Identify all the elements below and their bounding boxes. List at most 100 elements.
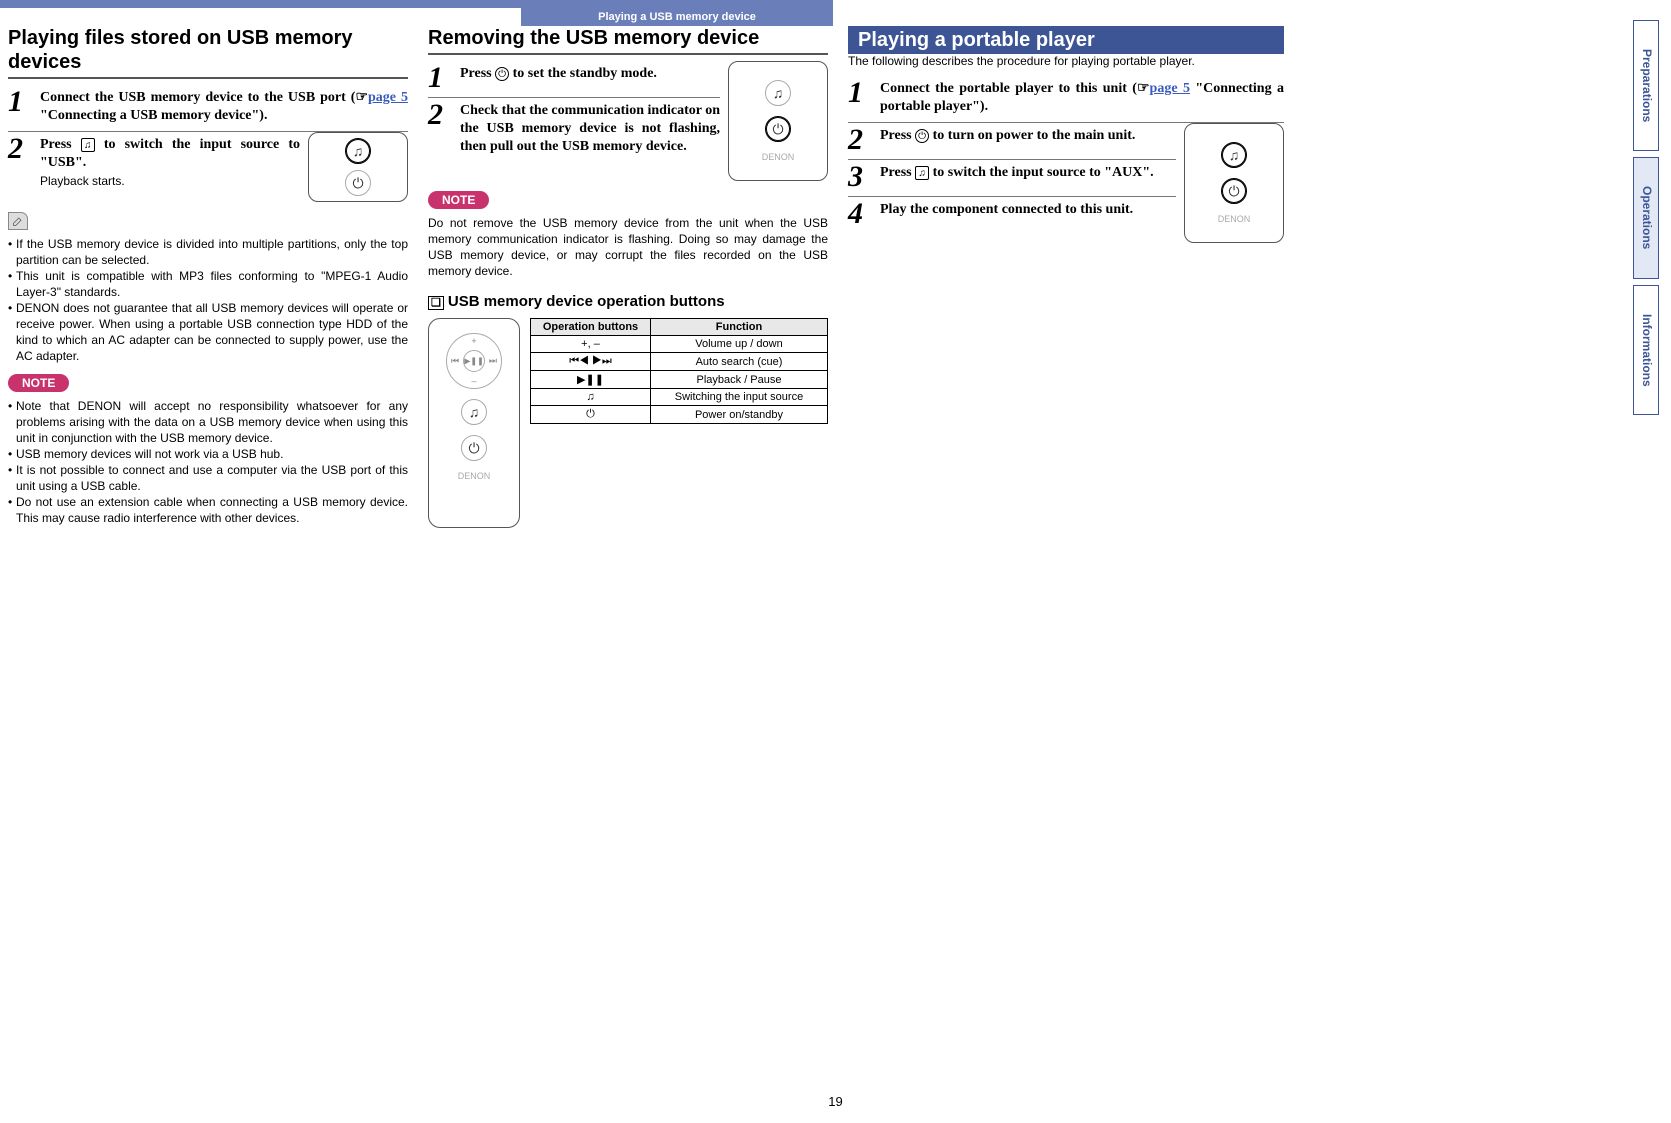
note-paragraph: Do not remove the USB memory device from… (428, 215, 828, 279)
side-tabs: Preparations Operations Informations (1633, 20, 1659, 415)
tip-list: If the USB memory device is divided into… (8, 236, 408, 364)
music-button-icon (1221, 142, 1247, 168)
step-number: 1 (8, 89, 34, 115)
step-body: Connect the USB memory device to the USB… (40, 89, 408, 125)
step-number: 2 (848, 127, 874, 153)
power-button-icon (461, 435, 487, 461)
music-icon: ♫ (81, 138, 95, 152)
step-body: Play the component connected to this uni… (880, 201, 1176, 219)
column-removing-usb: Removing the USB memory device 1 Press ⏻… (428, 26, 828, 528)
heading-removing-usb: Removing the USB memory device (428, 26, 828, 55)
step-number: 1 (848, 80, 874, 106)
power-button-icon (345, 170, 371, 196)
step-row: 2 Press ♫ to switch the input source to … (8, 132, 300, 196)
table-cell: Power on/standby (651, 406, 828, 424)
table-cell: +, – (531, 336, 651, 353)
note-list: Note that DENON will accept no responsib… (8, 398, 408, 526)
step-body: Press ♫ to switch the input source to "U… (40, 136, 300, 190)
tab-preparations[interactable]: Preparations (1633, 20, 1659, 151)
step-text: "Connecting a USB memory device"). (40, 108, 267, 123)
step-text: to switch the input source to "AUX". (929, 165, 1154, 180)
pencil-tip-icon (8, 212, 28, 230)
tab-informations[interactable]: Informations (1633, 285, 1659, 416)
tab-operations[interactable]: Operations (1633, 157, 1659, 278)
page-link[interactable]: page 5 (368, 90, 408, 105)
table-header: Function (651, 319, 828, 336)
step-text: to set the standby mode. (509, 66, 657, 81)
intro-text: The following describes the procedure fo… (848, 54, 1284, 68)
brand-label: DENON (1218, 214, 1251, 224)
music-button-icon (461, 399, 487, 425)
music-button-icon (765, 80, 791, 106)
power-icon: ⏻ (915, 129, 929, 143)
step-row: 2 Check that the communication indicator… (428, 98, 720, 162)
step-row: 1 Connect the portable player to this un… (848, 76, 1284, 123)
step-row: 3 Press ♫ to switch the input source to … (848, 160, 1176, 197)
step-row: 4 Play the component connected to this u… (848, 197, 1176, 233)
table-row: ⏮◀ ▶⏭Auto search (cue) (531, 353, 828, 371)
brand-label: DENON (458, 471, 491, 481)
page-number: 19 (828, 1094, 842, 1109)
table-cell: Auto search (cue) (651, 353, 828, 371)
step-body: Press ♫ to switch the input source to "A… (880, 164, 1176, 182)
dpad-icon: + – ⏮ ⏭ ▶❚❚ (446, 333, 502, 389)
brand-label: DENON (762, 152, 795, 162)
heading-playing-usb: Playing files stored on USB memory devic… (8, 26, 408, 79)
music-button-icon (345, 138, 371, 164)
music-icon: ♫ (915, 166, 929, 180)
list-item: This unit is compatible with MP3 files c… (8, 268, 408, 300)
pointer-icon: ☞ (355, 90, 368, 105)
list-item: It is not possible to connect and use a … (8, 462, 408, 494)
note-pill: NOTE (8, 374, 69, 392)
step-number: 3 (848, 164, 874, 190)
table-cell: ▶❚❚ (531, 371, 651, 389)
step-number: 4 (848, 201, 874, 227)
list-item: Do not use an extension cable when conne… (8, 494, 408, 526)
step-body: Check that the communication indicator o… (460, 102, 720, 156)
device-illustration: DENON (1184, 123, 1284, 243)
header-bar (0, 0, 833, 8)
column-portable-player: Playing a portable player The following … (848, 26, 1284, 528)
step-text: to turn on power to the main unit. (929, 128, 1135, 143)
operation-buttons-table: Operation buttons Function +, –Volume up… (530, 318, 828, 424)
subheading-operation-buttons: ❏ USB memory device operation buttons (428, 293, 828, 310)
power-button-icon (1221, 178, 1247, 204)
step-row: 2 Press ⏻ to turn on power to the main u… (848, 123, 1176, 160)
list-item: DENON does not guarantee that all USB me… (8, 300, 408, 364)
subheading-text: USB memory device operation buttons (448, 293, 725, 310)
breadcrumb: Playing a USB memory device (521, 8, 833, 26)
table-cell: Playback / Pause (651, 371, 828, 389)
step-text: Connect the portable player to this unit… (880, 81, 1137, 96)
table-row: ⏻Power on/standby (531, 406, 828, 424)
step-number: 1 (428, 65, 454, 91)
step-body: Connect the portable player to this unit… (880, 80, 1284, 116)
page-link[interactable]: page 5 (1150, 81, 1190, 96)
table-header: Operation buttons (531, 319, 651, 336)
step-subtext: Playback starts. (40, 172, 300, 190)
step-text: Connect the USB memory device to the USB… (40, 90, 355, 105)
step-row: 1 Connect the USB memory device to the U… (8, 85, 408, 132)
remote-illustration: + – ⏮ ⏭ ▶❚❚ DENON (428, 318, 520, 528)
table-cell: ⏮◀ ▶⏭ (531, 353, 651, 371)
column-playing-usb: Playing files stored on USB memory devic… (8, 26, 408, 528)
list-item: If the USB memory device is divided into… (8, 236, 408, 268)
step-body: Press ⏻ to set the standby mode. (460, 65, 720, 83)
power-icon: ⏻ (495, 67, 509, 81)
table-header-row: Operation buttons Function (531, 319, 828, 336)
table-row: ▶❚❚Playback / Pause (531, 371, 828, 389)
table-cell: Volume up / down (651, 336, 828, 353)
step-number: 2 (428, 102, 454, 128)
power-button-icon (765, 116, 791, 142)
step-text: Press (460, 66, 495, 81)
table-cell: ♫ (531, 389, 651, 406)
step-text: Press (880, 165, 915, 180)
pointer-icon: ☞ (1137, 81, 1150, 96)
step-number: 2 (8, 136, 34, 162)
square-bullet-icon: ❏ (428, 296, 444, 310)
section-header-portable: Playing a portable player (848, 26, 1284, 54)
step-text: Press (40, 137, 81, 152)
list-item: USB memory devices will not work via a U… (8, 446, 408, 462)
step-row: 1 Press ⏻ to set the standby mode. (428, 61, 720, 98)
list-item: Note that DENON will accept no responsib… (8, 398, 408, 446)
table-cell: Switching the input source (651, 389, 828, 406)
